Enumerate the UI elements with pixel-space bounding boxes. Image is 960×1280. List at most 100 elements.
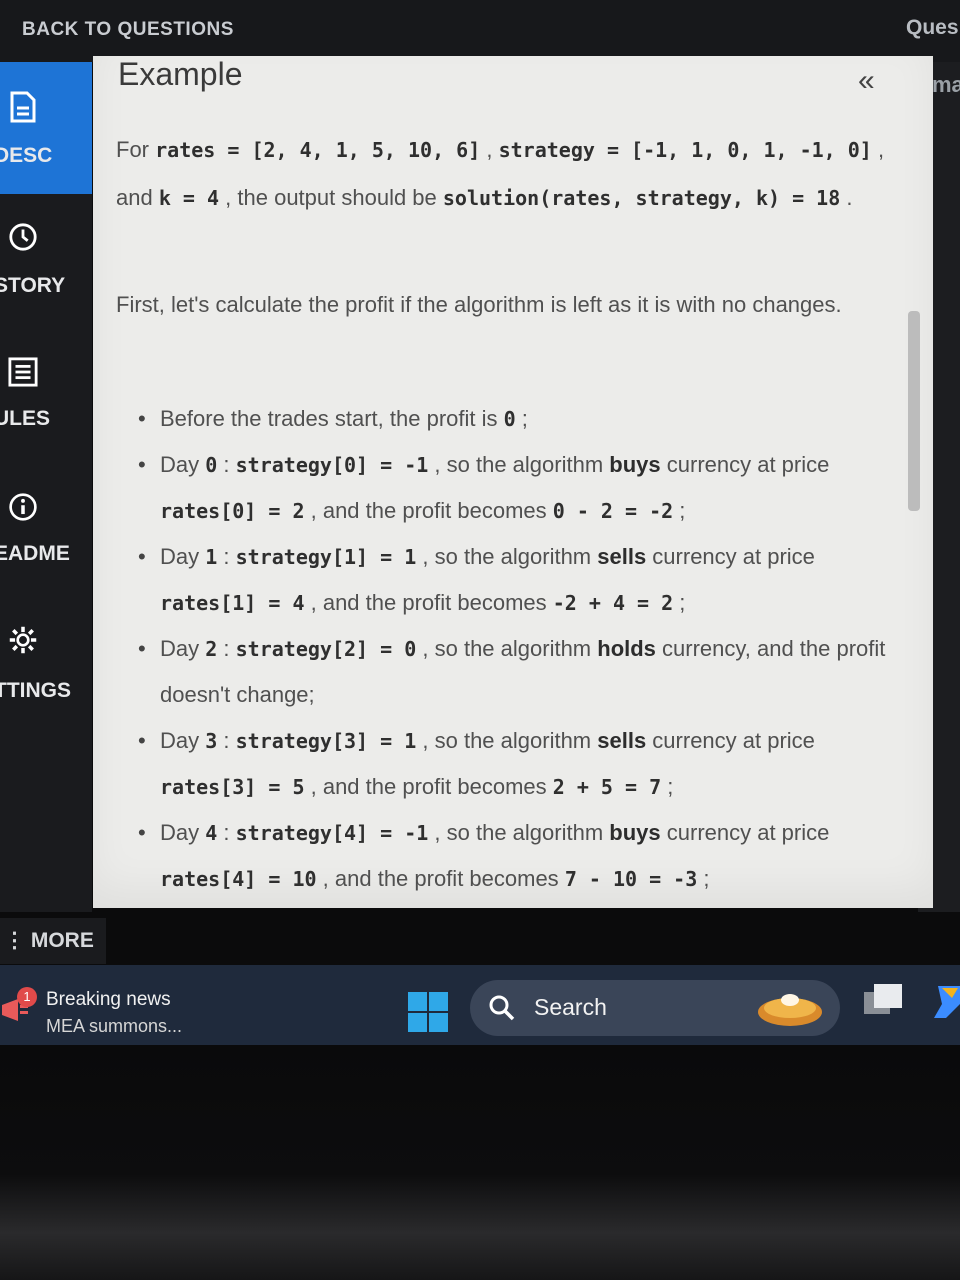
document-icon <box>8 91 38 123</box>
laptop-bezel <box>0 1045 960 1280</box>
step-text: ; <box>515 406 528 431</box>
list-item: Day 4 : strategy[4] = -1 , so the algori… <box>93 810 913 902</box>
search-icon <box>488 994 516 1022</box>
step-action: buys <box>609 452 661 477</box>
intro-text: For <box>116 137 156 162</box>
more-button[interactable]: ⋮ MORE <box>0 918 106 964</box>
step-text: , so the algorithm <box>428 452 610 477</box>
step-text: , so the algorithm <box>416 544 598 569</box>
step-text: currency at price <box>646 544 815 569</box>
task-view-icon <box>864 984 902 1014</box>
step-text: Day <box>160 820 206 845</box>
description-panel: Example « For rates = [2, 4, 1, 5, 10, 6… <box>93 56 933 908</box>
rates-code: rates = [2, 4, 1, 5, 10, 6] <box>155 138 481 162</box>
example-intro: For rates = [2, 4, 1, 5, 10, 6] , strate… <box>116 126 903 222</box>
step-code: 4 <box>205 821 218 845</box>
sidebar-item-desc[interactable]: DESC <box>0 62 92 194</box>
gear-icon <box>8 625 38 655</box>
step-action: sells <box>597 728 647 753</box>
back-to-questions-link[interactable]: BACK TO QUESTIONS <box>22 19 234 41</box>
step-text: : <box>217 452 236 477</box>
step-action: sells <box>597 544 647 569</box>
step-text: , and the profit becomes <box>316 866 565 891</box>
intro-text: , <box>480 137 499 162</box>
step-text: : <box>217 544 236 569</box>
step-text: currency at price <box>660 452 830 477</box>
sidebar-item-label: ULES <box>0 407 51 430</box>
step-text: currency at price <box>646 728 815 753</box>
step-code: 0 <box>503 407 516 431</box>
step-code: strategy[0] = -1 <box>235 453 429 477</box>
step-code: rates[0] = 2 <box>160 499 305 523</box>
step-text: : <box>217 636 236 661</box>
sidebar-item-label: DESC <box>0 144 53 167</box>
notification-badge: 1 <box>17 987 37 1007</box>
list-item: Before the trades start, the profit is 0… <box>93 396 913 442</box>
intro-text: . <box>840 185 853 210</box>
step-code: 1 <box>205 545 218 569</box>
start-button[interactable] <box>408 992 448 1032</box>
step-code: rates[1] = 4 <box>160 591 305 615</box>
questions-tab[interactable]: Ques <box>906 16 959 40</box>
sidebar-item-rules[interactable]: ULES <box>0 347 92 447</box>
step-text: : <box>217 820 236 845</box>
collapse-panel-button[interactable]: « <box>858 64 875 98</box>
windows-icon <box>408 992 448 1032</box>
copilot-button[interactable] <box>932 984 960 1020</box>
sidebar: DESC STORY ULES EADME TTINGS <box>0 62 92 912</box>
k-code: k = 4 <box>158 186 220 210</box>
step-action: holds <box>597 636 656 661</box>
step-text: ; <box>697 866 710 891</box>
step-text: : <box>217 728 236 753</box>
step-code: -2 + 4 = 2 <box>552 591 674 615</box>
intro-text: , the output should be <box>219 185 443 210</box>
sidebar-item-label: EADME <box>0 542 70 565</box>
step-code: 3 <box>205 729 218 753</box>
right-panel-label: ma <box>932 72 960 97</box>
step-text: , so the algorithm <box>416 636 598 661</box>
step-text: Day <box>160 544 206 569</box>
step-text: ; <box>661 774 674 799</box>
taskbar-search[interactable]: Search <box>470 980 840 1036</box>
step-text: ; <box>673 498 686 523</box>
step-code: 7 - 10 = -3 <box>564 867 698 891</box>
step-code: 0 <box>205 453 218 477</box>
copilot-icon <box>934 986 960 1018</box>
sidebar-item-history[interactable]: STORY <box>0 212 92 312</box>
step-code: 2 + 5 = 7 <box>552 775 662 799</box>
news-subtitle: MEA summons... <box>46 1016 183 1036</box>
step-action: buys <box>609 820 661 845</box>
section-title: Example <box>118 56 243 92</box>
step-code: strategy[1] = 1 <box>235 545 417 569</box>
sidebar-item-readme[interactable]: EADME <box>0 482 92 582</box>
steps-list-wrapper: Before the trades start, the profit is 0… <box>93 396 913 902</box>
clock-icon <box>8 222 38 252</box>
list-item: Day 3 : strategy[3] = 1 , so the algorit… <box>93 718 913 810</box>
list-item: Day 1 : strategy[1] = 1 , so the algorit… <box>93 534 913 626</box>
step-text: , so the algorithm <box>428 820 610 845</box>
search-label: Search <box>534 994 607 1020</box>
list-item: Day 0 : strategy[0] = -1 , so the algori… <box>93 442 913 534</box>
list-item: Day 2 : strategy[2] = 0 , so the algorit… <box>93 626 913 718</box>
step-text: , and the profit becomes <box>304 498 553 523</box>
step-text: , so the algorithm <box>416 728 598 753</box>
sidebar-item-settings[interactable]: TTINGS <box>0 617 92 717</box>
info-icon <box>8 492 38 522</box>
step-code: rates[3] = 5 <box>160 775 305 799</box>
step-text: , and the profit becomes <box>304 774 553 799</box>
step-text: currency at price <box>660 820 830 845</box>
sidebar-item-label: TTINGS <box>0 679 71 702</box>
news-title: Breaking news <box>46 989 171 1010</box>
step-code: strategy[3] = 1 <box>235 729 417 753</box>
step-code: 2 <box>205 637 218 661</box>
step-code: 0 - 2 = -2 <box>552 499 674 523</box>
top-bar: BACK TO QUESTIONS Ques <box>0 0 960 62</box>
news-widget[interactable]: 1 Breaking news MEA summons... <box>0 985 230 1036</box>
step-text: Day <box>160 728 206 753</box>
step-code: strategy[2] = 0 <box>235 637 417 661</box>
step-code: strategy[4] = -1 <box>235 821 429 845</box>
explanation-paragraph: First, let's calculate the profit if the… <box>116 292 842 317</box>
task-view-button[interactable] <box>860 982 906 1022</box>
pie-icon <box>755 986 825 1030</box>
step-code: rates[4] = 10 <box>160 867 317 891</box>
